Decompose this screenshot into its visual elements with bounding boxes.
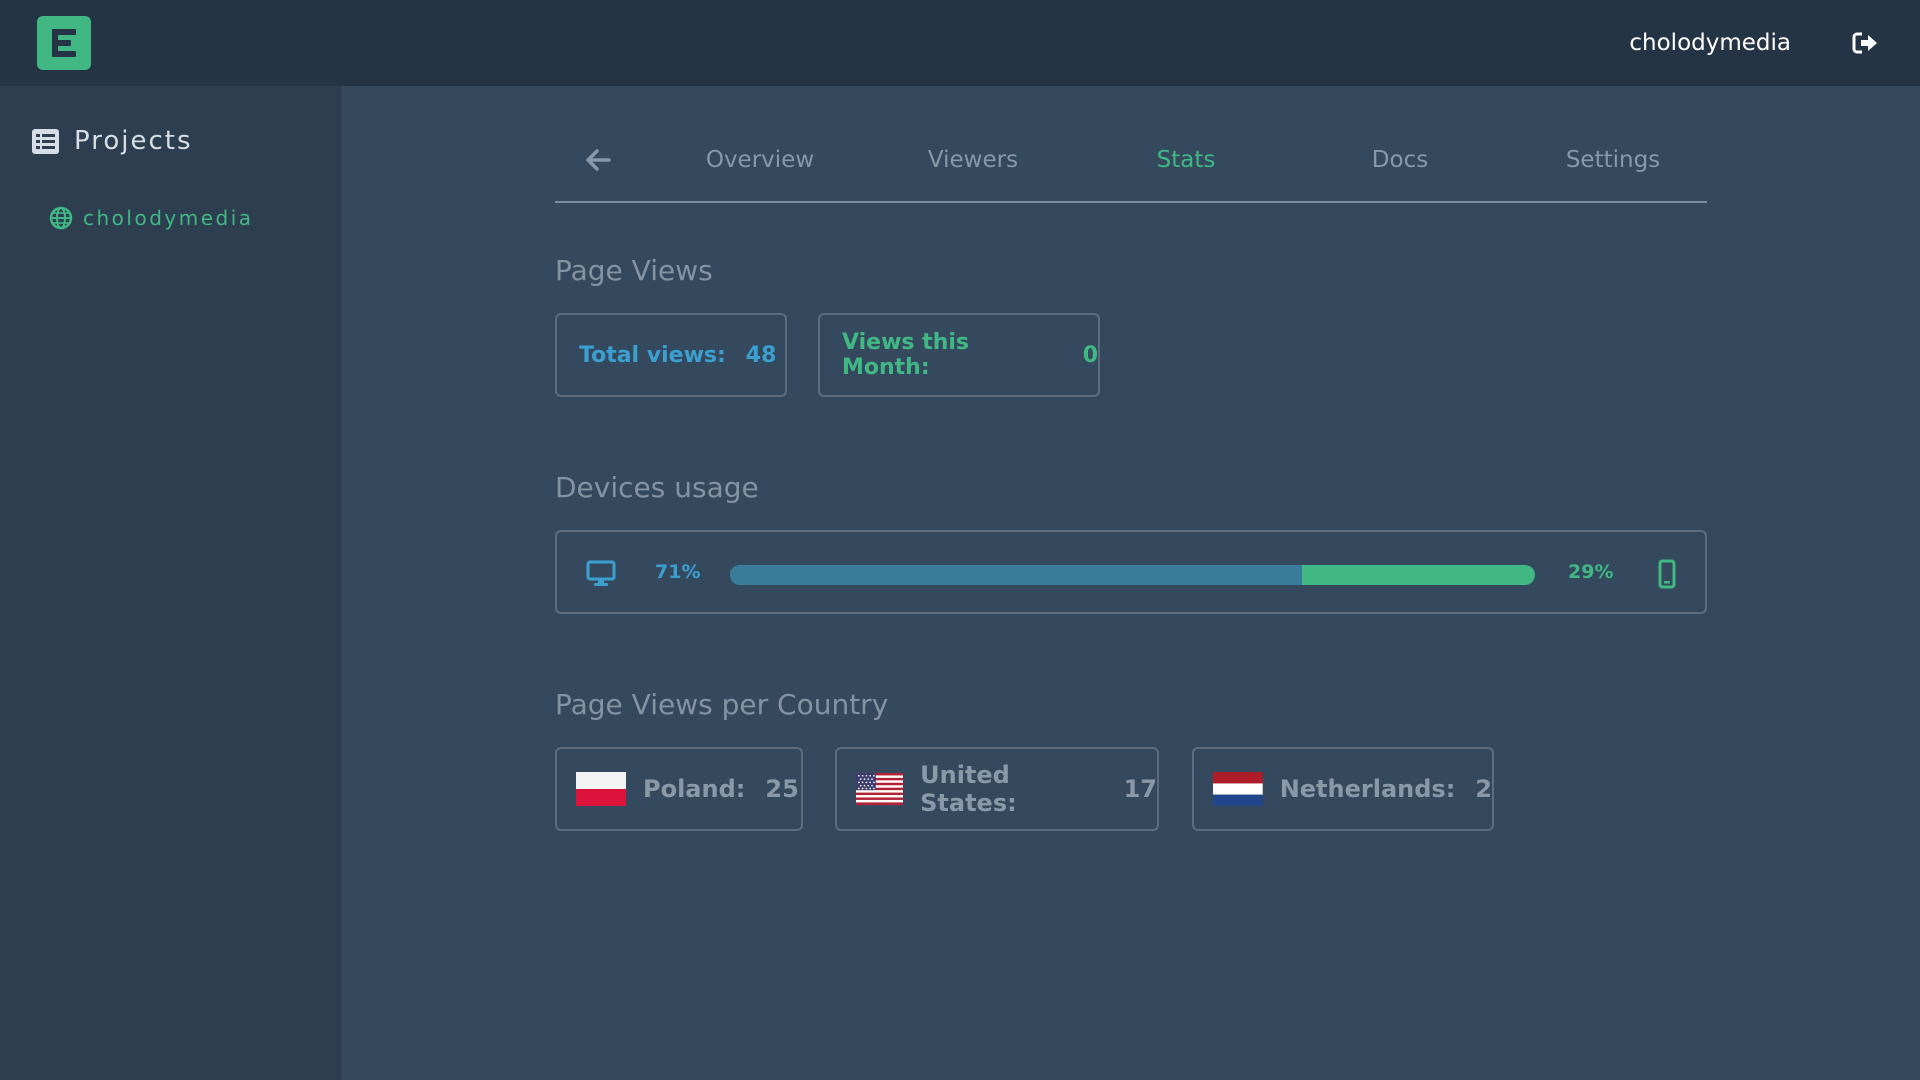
- sidebar: Projects cholodymedia: [0, 86, 341, 1080]
- us-flag-icon: [856, 772, 904, 806]
- country-name-poland: Poland:: [643, 775, 746, 803]
- sidebar-item-label: cholodymedia: [83, 206, 254, 230]
- country-value-united-states: 17: [1123, 775, 1157, 803]
- globe-icon: [49, 206, 73, 230]
- sidebar-item-cholodymedia[interactable]: cholodymedia: [49, 203, 254, 233]
- total-views-value: 48: [745, 342, 777, 368]
- views-this-month-card: Views this Month: 0: [818, 313, 1100, 397]
- country-name-united-states: United States:: [920, 761, 1017, 817]
- page-views-title: Page Views: [555, 254, 713, 287]
- desktop-percentage: 71%: [655, 561, 701, 583]
- tab-overview[interactable]: Overview: [660, 145, 860, 175]
- desktop-usage-fill: [730, 565, 1302, 585]
- poland-flag-icon: [576, 772, 626, 806]
- country-card-united-states: United States: 17: [835, 747, 1159, 831]
- tab-settings[interactable]: Settings: [1513, 145, 1713, 175]
- countries-title: Page Views per Country: [555, 688, 889, 721]
- views-this-month-label: Views this Month:: [842, 330, 969, 380]
- mobile-percentage: 29%: [1568, 561, 1614, 583]
- country-value-netherlands: 2: [1475, 775, 1492, 803]
- total-views-card: Total views: 48: [555, 313, 787, 397]
- tab-stats[interactable]: Stats: [1086, 145, 1286, 175]
- tab-bar: Overview Viewers Stats Docs Settings: [555, 121, 1707, 203]
- logo-e-icon[interactable]: [37, 16, 91, 70]
- arrow-left-icon[interactable]: [583, 145, 613, 175]
- list-icon: [32, 128, 59, 154]
- device-usage-bar: [730, 565, 1535, 585]
- logout-icon[interactable]: [1850, 28, 1880, 58]
- country-card-netherlands: Netherlands: 2: [1192, 747, 1494, 831]
- country-value-poland: 25: [765, 775, 799, 803]
- devices-usage-card: 71% 29%: [555, 530, 1707, 614]
- views-this-month-value: 0: [1082, 342, 1098, 368]
- tab-docs[interactable]: Docs: [1300, 145, 1500, 175]
- sidebar-header: Projects: [32, 121, 193, 161]
- mobile-icon: [1658, 559, 1676, 589]
- country-card-poland: Poland: 25: [555, 747, 803, 831]
- country-name-netherlands: Netherlands:: [1279, 775, 1456, 803]
- devices-usage-title: Devices usage: [555, 471, 759, 504]
- desktop-icon: [586, 560, 616, 586]
- main-content: Overview Viewers Stats Docs Settings Pag…: [341, 86, 1920, 1080]
- netherlands-flag-icon: [1213, 772, 1263, 806]
- tab-viewers[interactable]: Viewers: [873, 145, 1073, 175]
- sidebar-title: Projects: [74, 126, 193, 156]
- username-label: cholodymedia: [1629, 30, 1791, 56]
- top-bar: cholodymedia: [0, 0, 1920, 86]
- total-views-label: Total views:: [579, 342, 726, 368]
